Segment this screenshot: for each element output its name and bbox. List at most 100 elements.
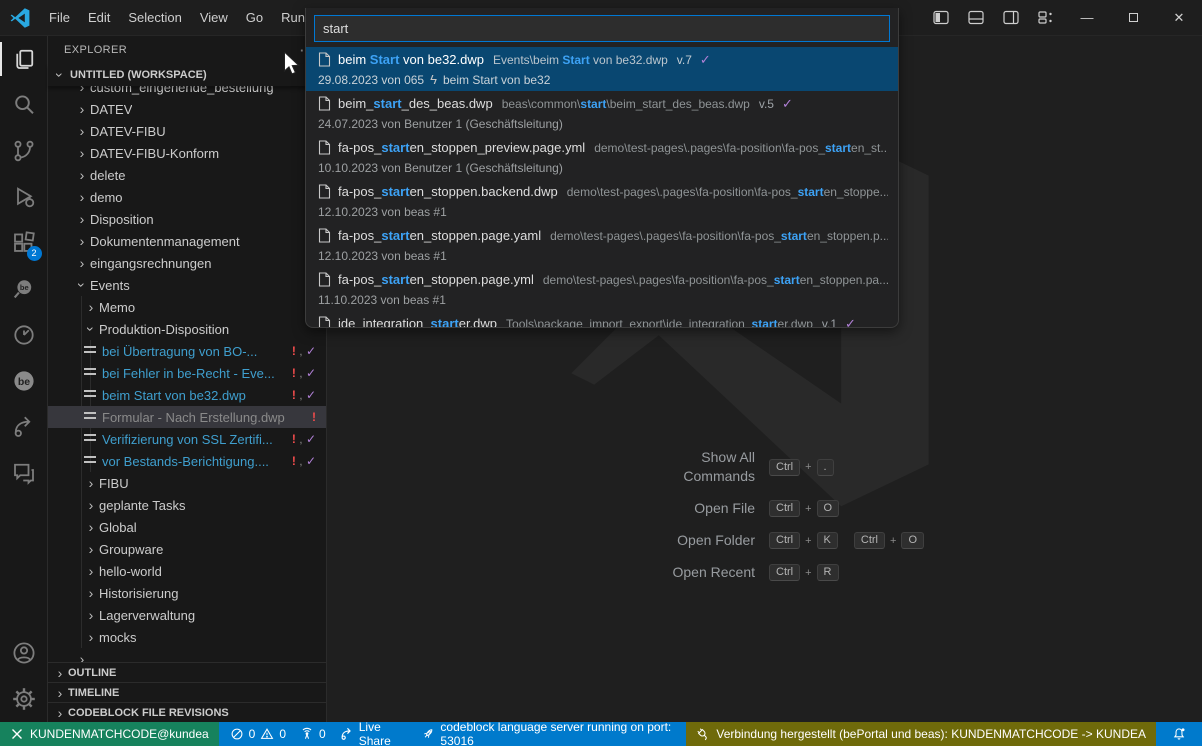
tree-item[interactable]: › geplante Tasks [48, 494, 326, 516]
problems-status[interactable]: 0 0 [223, 722, 293, 746]
result-version: v.7 [677, 53, 692, 67]
quick-open-result[interactable]: fa-pos_starten_stoppen_preview.page.yml … [306, 135, 898, 179]
sidebar-section-timeline[interactable]: › TIMELINE [48, 682, 326, 702]
customize-layout-icon[interactable] [1038, 10, 1055, 25]
quick-open-result[interactable]: beim Start von be32.dwp Events\beim Star… [306, 47, 898, 91]
tree-item[interactable]: Formular - Nach Erstellung.dwp ! [48, 406, 326, 428]
remote-indicator[interactable]: KUNDENMATCHCODE@kundea [0, 722, 219, 746]
menu-view[interactable]: View [191, 10, 237, 25]
quick-open-input[interactable] [314, 15, 890, 42]
extensions-icon[interactable]: 2 [0, 220, 48, 266]
menu-edit[interactable]: Edit [79, 10, 119, 25]
result-detail: 12.10.2023 von beas #1 [318, 246, 888, 265]
tree-item[interactable]: › DATEV-FIBU [48, 120, 326, 142]
activity-bar-bottom [0, 630, 48, 722]
tree-item-label: mocks [99, 630, 137, 645]
run-debug-icon[interactable] [0, 174, 48, 220]
keycap: O [901, 532, 924, 549]
source-control-icon[interactable] [0, 128, 48, 174]
sidebar-section-codeblock-file-revisions[interactable]: › CODEBLOCK FILE REVISIONS [48, 702, 326, 722]
be-logo-icon[interactable]: be [0, 358, 48, 404]
search-icon[interactable] [0, 82, 48, 128]
tree-item[interactable]: › Dokumentenmanagement [48, 230, 326, 252]
toggle-secondary-sidebar-icon[interactable] [1003, 10, 1020, 25]
history-icon[interactable] [0, 312, 48, 358]
tree-item[interactable]: › Memo [48, 296, 326, 318]
quick-open-result[interactable]: ide_integration_starter.dwp Tools\packag… [306, 311, 898, 328]
tree-item[interactable]: bei Übertragung von BO-... ! , ✓ [48, 340, 326, 362]
tree-item[interactable]: › custom_eingehende_bestellung [48, 86, 326, 98]
tree-item[interactable]: › FIBU [48, 472, 326, 494]
tree-item[interactable]: › mocks [48, 626, 326, 648]
tree-item[interactable]: › delete [48, 164, 326, 186]
tree-item[interactable]: › Global [48, 516, 326, 538]
chevron-icon: › [83, 516, 99, 538]
chevron-right-icon: › [52, 702, 68, 724]
shortcut-keys: Ctrl+R [769, 564, 839, 581]
tree-item[interactable]: › demo [48, 186, 326, 208]
chevron-icon: › [74, 98, 90, 120]
tree-item[interactable]: › hello-world [48, 560, 326, 582]
account-icon[interactable] [0, 630, 48, 676]
keycap: R [817, 564, 839, 581]
tree-item[interactable]: bei Fehler in be-Recht - Eve... ! , ✓ [48, 362, 326, 384]
live-share-status[interactable]: Live Share [333, 722, 415, 746]
quick-open-input-wrap [306, 8, 898, 47]
error-count: 0 [249, 727, 256, 741]
problem-decorations: ! , ✓ [292, 366, 326, 380]
tree-item[interactable]: Verifizierung von SSL Zertifi... ! , ✓ [48, 428, 326, 450]
tree-item[interactable]: › Groupware [48, 538, 326, 560]
explorer-sidebar: EXPLORER ··· › UNTITLED (WORKSPACE) › cu… [48, 36, 327, 722]
tree-item[interactable]: › DATEV [48, 98, 326, 120]
live-share-icon[interactable] [0, 404, 48, 450]
tree-item[interactable]: › Lagerverwaltung [48, 604, 326, 626]
toggle-sidebar-icon[interactable] [933, 10, 950, 25]
result-line1: fa-pos_starten_stoppen_preview.page.yml … [318, 137, 888, 158]
language-server-status[interactable]: codeblock language server running on por… [414, 722, 682, 746]
menu-selection[interactable]: Selection [119, 10, 190, 25]
comments-icon[interactable] [0, 450, 48, 496]
tree-item[interactable]: › Produktion-Disposition [48, 318, 326, 340]
toggle-panel-icon[interactable] [968, 10, 985, 25]
shortcut-row: Open Folder Ctrl+KCtrl+O [635, 531, 1155, 550]
tree-item[interactable]: › eingangsrechnungen [48, 252, 326, 274]
quick-open-result[interactable]: beim_start_des_beas.dwp beas\common\star… [306, 91, 898, 135]
menu-go[interactable]: Go [237, 10, 272, 25]
quick-open-result[interactable]: fa-pos_starten_stoppen.page.yml demo\tes… [306, 267, 898, 311]
tree-item[interactable]: › [48, 648, 326, 662]
menu-bar: FileEditSelectionViewGoRun [40, 5, 314, 31]
menu-file[interactable]: File [40, 10, 79, 25]
tree-item[interactable]: beim Start von be32.dwp ! , ✓ [48, 384, 326, 406]
tree-item[interactable]: › DATEV-FIBU-Konform [48, 142, 326, 164]
file-icon [318, 272, 331, 287]
shortcut-row: Show All Commands Ctrl+. [635, 448, 1155, 486]
quick-open-result[interactable]: fa-pos_starten_stoppen.backend.dwp demo\… [306, 179, 898, 223]
explorer-icon[interactable] [0, 36, 48, 82]
tree-item-label: DATEV-FIBU [90, 124, 166, 139]
chevron-icon: › [71, 277, 93, 293]
ports-status[interactable]: 0 [293, 722, 333, 746]
tree-item[interactable]: › Historisierung [48, 582, 326, 604]
keycap: Ctrl [769, 532, 800, 549]
settings-gear-icon[interactable] [0, 676, 48, 722]
be-search-icon[interactable]: be [0, 266, 48, 312]
maximize-button[interactable] [1110, 0, 1156, 36]
tree-item[interactable]: › Disposition [48, 208, 326, 230]
result-detail: 10.10.2023 von Benutzer 1 (Geschäftsleit… [318, 158, 888, 177]
file-icon [318, 316, 331, 328]
problem-decorations: ! , ✓ [292, 344, 326, 358]
result-detail: 24.07.2023 von Benutzer 1 (Geschäftsleit… [318, 114, 888, 133]
sidebar-section-label: TIMELINE [68, 687, 119, 699]
tree-item-label: FIBU [99, 476, 129, 491]
quick-open-result[interactable]: fa-pos_starten_stoppen.page.yaml demo\te… [306, 223, 898, 267]
welcome-shortcuts: Show All Commands Ctrl+. Open File Ctrl+… [635, 448, 1155, 595]
connection-status[interactable]: Verbindung hergestellt (bePortal und bea… [686, 722, 1156, 746]
minimize-button[interactable]: — [1064, 0, 1110, 36]
sidebar-section-outline[interactable]: › OUTLINE [48, 662, 326, 682]
tree-item[interactable]: vor Bestands-Berichtigung.... ! , ✓ [48, 450, 326, 472]
remote-icon [10, 727, 24, 741]
close-button[interactable]: ✕ [1156, 0, 1202, 36]
result-name: ide_integration_starter.dwp [338, 316, 497, 328]
tree-item[interactable]: › Events [48, 274, 326, 296]
notifications-bell[interactable] [1156, 722, 1202, 746]
